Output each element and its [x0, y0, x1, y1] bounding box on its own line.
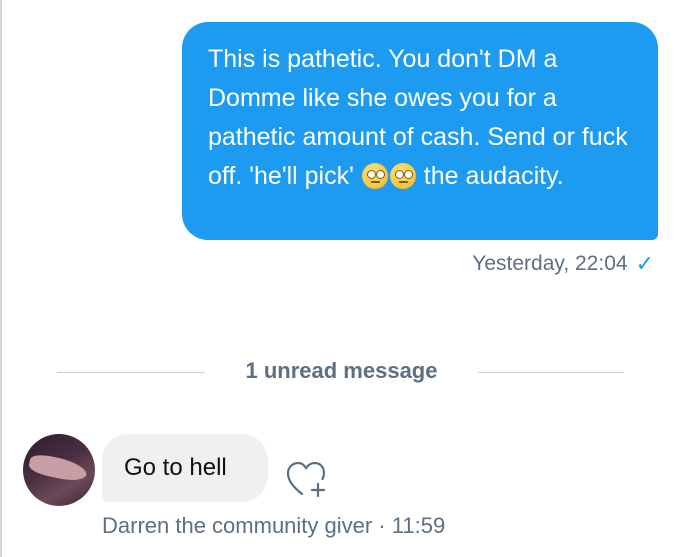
meta-separator: ·	[378, 513, 386, 538]
add-reaction-button[interactable]	[286, 460, 330, 500]
unread-divider-line-left	[57, 372, 205, 373]
unread-divider-label: 1 unread message	[245, 358, 438, 383]
received-message-text: Go to hell	[124, 454, 227, 481]
sent-message-text-end: the audacity.	[416, 162, 564, 190]
sent-message-meta: Yesterday, 22:04 ✓	[472, 248, 654, 280]
sent-message-bubble[interactable]: This is pathetic. You don't DM a Domme l…	[182, 22, 658, 240]
window-edge	[0, 0, 2, 557]
unread-divider-line-right	[478, 372, 624, 373]
received-time: 11:59	[391, 513, 446, 538]
sender-avatar[interactable]	[23, 434, 95, 506]
received-message-meta: Darren the community giver · 11:59	[102, 510, 445, 542]
rolling-eyes-emoji-icon	[361, 163, 388, 189]
rolling-eyes-emoji-icon	[389, 163, 416, 189]
add-reaction-heart-icon	[286, 461, 326, 498]
sender-name[interactable]: Darren the community giver	[102, 513, 372, 538]
sent-timestamp: Yesterday, 22:04	[472, 252, 628, 275]
received-message-bubble[interactable]: Go to hell	[102, 434, 268, 502]
check-icon: ✓	[635, 251, 654, 276]
